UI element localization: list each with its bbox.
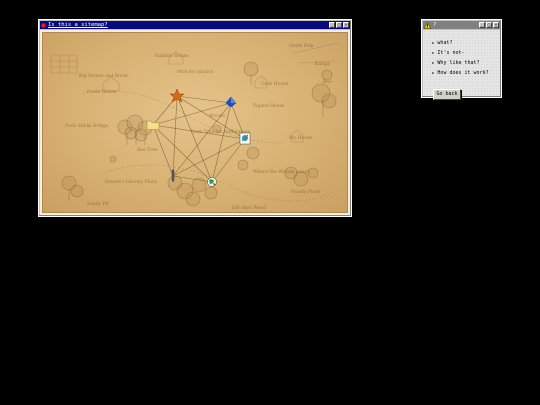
map-frame: Pooh Sticks Bridge Poohs House Owls Hous… <box>40 30 350 215</box>
help-title: ? <box>433 22 437 28</box>
folder-icon[interactable] <box>146 120 160 130</box>
warning-icon <box>424 21 431 29</box>
pencil-icon[interactable] <box>171 169 175 183</box>
sketch-label: Pooh Sticks Bridge <box>65 123 109 129</box>
triangle-right-icon: ► <box>432 60 435 65</box>
sketch-label: Floody Place <box>291 189 321 195</box>
sketch-label: Bee Tree <box>137 147 158 153</box>
window-app-icon <box>41 22 46 28</box>
sketch-label: Nice for picnics <box>177 69 214 75</box>
minimize-button[interactable]: _ <box>479 22 485 28</box>
blue-gem-icon[interactable] <box>225 96 237 108</box>
sketch-label: Rabbits House <box>155 53 189 59</box>
triangle-right-icon: ► <box>432 50 435 55</box>
help-titlebar[interactable]: ? _ □ × <box>423 21 500 29</box>
menu-item-label: what? <box>437 40 453 46</box>
help-body: ► what? ► It's not- ► Why like that? ► How d… <box>423 30 500 100</box>
sketch-label: Kanga <box>315 61 330 67</box>
menu-item-label: How does it work? <box>437 70 489 76</box>
globe-icon[interactable] <box>207 177 217 187</box>
sketch-label: Poohs House <box>87 89 117 95</box>
menu-item-its-not[interactable]: ► It's not- <box>432 48 489 58</box>
sitemap-titlebar[interactable]: Is this a sitemap? _ □ × <box>40 21 350 29</box>
sketch-label: Roo <box>323 79 332 85</box>
triangle-right-icon: ► <box>432 40 435 45</box>
menu-item-label: It's not- <box>437 50 465 56</box>
sitemap-title: Is this a sitemap? <box>48 22 108 28</box>
paint-palette-icon[interactable] <box>239 132 251 145</box>
sketch-label: Where the Woozle wasnt <box>253 169 310 175</box>
menu-item-label: Why like that? <box>437 60 480 66</box>
sketch-label: 100 Aker Wood <box>231 205 266 211</box>
minimize-button[interactable]: _ <box>329 22 335 28</box>
maximize-button[interactable]: □ <box>336 22 342 28</box>
menu-item-how-does-it-work[interactable]: ► How does it work? <box>432 68 489 78</box>
map-sketch: Pooh Sticks Bridge Poohs House Owls Hous… <box>50 42 340 211</box>
help-window: ? _ □ × ► what? ► It's not- ► Why like that… <box>421 19 502 100</box>
sketch-label: Owls House <box>261 81 289 87</box>
go-back-button[interactable]: Go back <box>433 89 461 100</box>
maximize-button[interactable]: □ <box>486 22 492 28</box>
sketch-label: My House <box>289 135 312 141</box>
hundred-acre-map: Pooh Sticks Bridge Poohs House Owls Hous… <box>42 32 348 213</box>
sketch-label: Sandy Pit <box>87 201 109 207</box>
sitemap-window: Is this a sitemap? _ □ × Pooh Sticks Bri… <box>38 19 352 217</box>
sitemap-links <box>152 95 246 183</box>
menu-item-what[interactable]: ► what? <box>432 38 489 48</box>
sketch-label: Eeyore's Gloomy Place <box>105 179 157 185</box>
menu-item-why-like-that[interactable]: ► Why like that? <box>432 58 489 68</box>
sketch-label: Piglets House <box>253 103 285 109</box>
sketch-label: Big Stones and Rocks <box>79 73 129 79</box>
close-button[interactable]: × <box>493 22 499 28</box>
close-button[interactable]: × <box>343 22 349 28</box>
help-menu: ► what? ► It's not- ► Why like that? ► How d… <box>432 38 489 78</box>
triangle-right-icon: ► <box>432 70 435 75</box>
sketch-label: North Pole <box>289 43 314 49</box>
